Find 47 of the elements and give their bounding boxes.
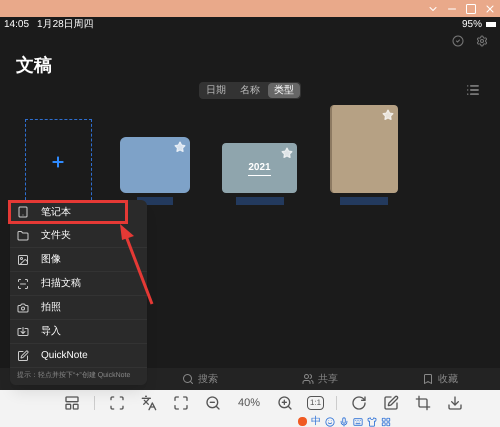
cover-year: 2021 bbox=[248, 160, 271, 176]
import-icon bbox=[17, 326, 29, 338]
menu-item[interactable]: 笔记本 bbox=[8, 200, 128, 224]
star-icon[interactable] bbox=[382, 109, 394, 121]
list-view-icon[interactable] bbox=[466, 83, 480, 97]
tablet-icon bbox=[17, 206, 29, 218]
bottom-tab[interactable]: 搜索 bbox=[182, 372, 218, 386]
page-title: 文稿 bbox=[15, 54, 52, 77]
edit-icon bbox=[17, 350, 29, 362]
battery-icon bbox=[486, 22, 496, 26]
star-icon[interactable] bbox=[281, 147, 293, 159]
input-mode[interactable]: 中 bbox=[311, 416, 321, 426]
sort-tab[interactable]: 类型 bbox=[268, 82, 300, 98]
sort-tab[interactable]: 名称 bbox=[234, 82, 266, 98]
plus-icon bbox=[50, 154, 66, 170]
shirt-icon[interactable] bbox=[367, 416, 377, 426]
zoom-level: 40% bbox=[236, 396, 262, 411]
bottom-tab[interactable]: 收藏 bbox=[422, 372, 458, 386]
microphone-icon[interactable] bbox=[339, 416, 349, 426]
scan-icon bbox=[17, 278, 29, 290]
people-icon bbox=[302, 373, 314, 385]
menu-item[interactable]: 导入 bbox=[10, 320, 147, 344]
actual-size-button[interactable]: 1:1 bbox=[307, 396, 324, 410]
bookmark-icon bbox=[422, 373, 434, 385]
folder-icon bbox=[17, 230, 29, 242]
keyboard-icon[interactable] bbox=[353, 416, 363, 426]
menu-item[interactable]: 拍照 bbox=[10, 296, 147, 320]
status-date: 1月28日周四 bbox=[37, 18, 94, 32]
clock-time: 14:05 bbox=[4, 18, 30, 32]
redacted-label bbox=[236, 197, 284, 205]
redacted-label bbox=[340, 197, 388, 205]
ime-logo-icon bbox=[298, 417, 307, 426]
translate-icon[interactable] bbox=[139, 393, 159, 413]
image-icon bbox=[17, 254, 29, 266]
search-icon bbox=[182, 373, 194, 385]
check-icon[interactable] bbox=[452, 35, 464, 47]
menu-item[interactable]: 扫描文稿 bbox=[10, 272, 147, 296]
camera-icon bbox=[17, 302, 29, 314]
grid-icon[interactable] bbox=[381, 416, 391, 426]
menu-item[interactable]: 图像 bbox=[10, 248, 147, 272]
battery-percent: 95% bbox=[462, 18, 482, 32]
bottom-tab[interactable]: 共享 bbox=[302, 372, 338, 386]
sort-tab[interactable]: 日期 bbox=[200, 82, 232, 98]
smile-icon[interactable] bbox=[325, 416, 335, 426]
settings-icon[interactable] bbox=[476, 35, 488, 47]
menu-item[interactable]: QuickNote bbox=[10, 344, 147, 368]
star-icon[interactable] bbox=[174, 141, 186, 153]
